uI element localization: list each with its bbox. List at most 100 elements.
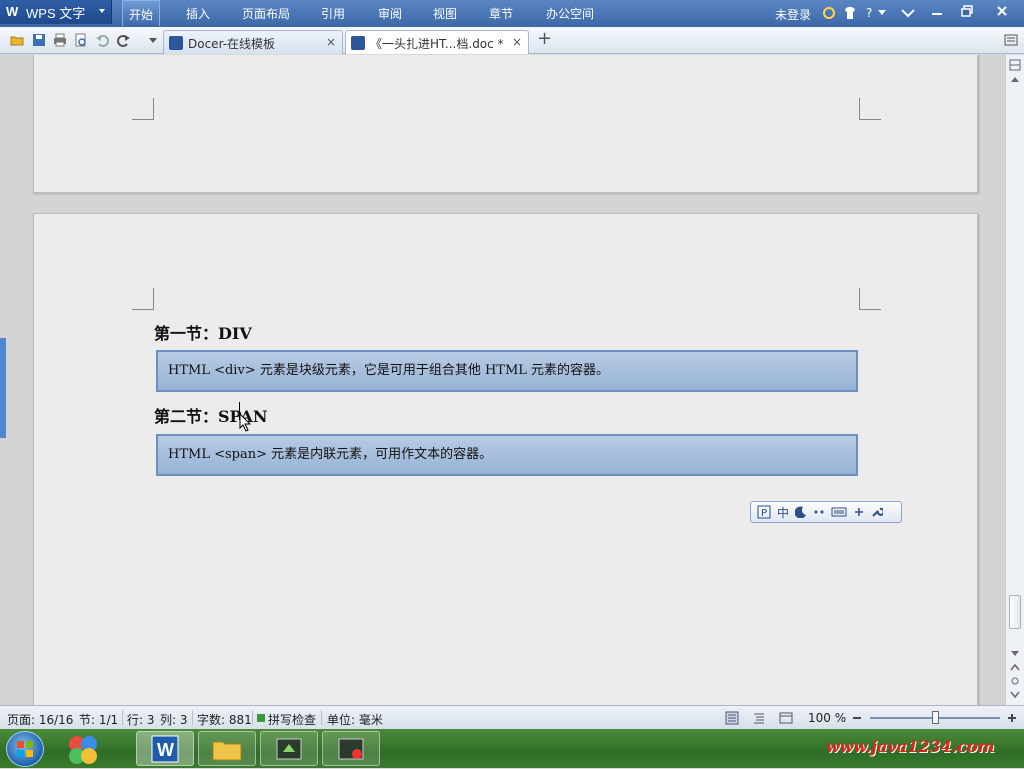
status-divider [321,710,322,725]
windows-logo-icon [17,741,33,757]
ribbon-settings-icon[interactable] [1004,33,1018,47]
tab-insert[interactable]: 插入 [186,5,210,22]
close-icon [997,6,1007,16]
ime-toolbar[interactable]: P 中 [750,501,902,523]
help-dropdown-icon[interactable] [878,10,886,16]
tab-office-space[interactable]: 办公空间 [546,5,594,22]
soft-keyboard-icon[interactable] [831,506,847,518]
vertical-scrollbar[interactable] [1005,55,1024,705]
web-view-icon[interactable] [779,711,793,725]
status-row: 行: 3 [127,713,155,727]
restore-button[interactable] [958,4,976,22]
page-current[interactable]: 第一节：DIV HTML <div> 元素是块级元素，它是可用于组合其他 HTM… [33,213,978,705]
sync-icon[interactable] [822,6,836,20]
side-panel-toggle[interactable] [0,338,6,438]
margin-mark [132,288,154,310]
page-previous [33,55,978,193]
customize-toolbar-icon[interactable] [146,33,160,47]
redo-icon[interactable] [117,33,131,47]
tab-docer-templates[interactable]: Docer-在线模板 × [163,30,343,54]
document-tab-bar: Docer-在线模板 × 《一头扎进HT...档.doc * × + [0,27,1024,54]
document-canvas[interactable]: 第一节：DIV HTML <div> 元素是块级元素，它是可用于组合其他 HTM… [0,55,1005,705]
skin-icon[interactable] [843,6,857,20]
minimize-button[interactable] [928,4,946,22]
start-button[interactable] [6,731,44,767]
tab-review[interactable]: 审阅 [378,5,402,22]
wrench-icon[interactable] [871,506,884,518]
svg-text:W: W [157,740,174,760]
open-folder-icon[interactable] [10,33,24,47]
taskbar-file-explorer[interactable] [198,731,256,766]
status-page[interactable]: 页面: 16/16 [7,711,73,728]
split-view-icon[interactable] [1009,59,1021,71]
status-divider [122,710,123,725]
zoom-slider-knob[interactable] [932,711,939,724]
ime-tools-icon[interactable] [853,506,865,518]
status-spellcheck[interactable]: 拼写检查 [268,711,316,728]
outline-view-icon[interactable] [752,711,766,725]
word-doc-icon [351,36,365,50]
wps-writer-icon: W [151,735,179,762]
tab-current-document[interactable]: 《一头扎进HT...档.doc * × [345,30,529,54]
scrollbar-thumb[interactable] [1009,595,1021,629]
status-unit[interactable]: 单位: 毫米 [327,711,383,728]
tab-references[interactable]: 引用 [321,5,345,22]
save-icon[interactable] [32,33,46,47]
status-column: 列: 3 [160,713,188,727]
minimize-icon [932,13,942,15]
previous-page-icon[interactable] [1010,663,1020,671]
section2-textbox[interactable]: HTML <span> 元素是内联元素，可用作文本的容器。 [156,434,858,476]
taskbar-app-2[interactable] [322,731,380,766]
media-center-icon[interactable] [66,732,100,766]
tab-home[interactable]: 开始 [122,0,161,26]
status-section: 节: 1/1 [79,713,119,727]
close-tab-icon[interactable]: × [326,35,336,49]
status-bar: 页面: 16/16 节: 1/1 行: 3 列: 3 字数: 881 拼写检查 … [0,705,1024,729]
punctuation-icon[interactable] [813,506,825,518]
folder-icon [212,741,242,760]
close-tab-icon[interactable]: × [512,35,522,49]
zoom-out-icon[interactable] [851,712,863,724]
spellcheck-icon [257,714,265,722]
close-window-button[interactable] [993,4,1011,22]
tab-page-layout[interactable]: 页面布局 [242,5,290,22]
ime-mode-toggle[interactable]: 中 [777,504,789,521]
menu-bar: W WPS 文字 开始 插入 页面布局 引用 审阅 视图 章节 办公空间 未登录… [0,0,1024,27]
taskbar-app-1[interactable] [260,731,318,766]
chevron-down-icon [99,9,105,13]
print-preview-icon[interactable] [74,33,88,47]
mouse-cursor-icon [239,413,252,432]
tab-label: Docer-在线模板 [188,37,276,51]
margin-mark [859,288,881,310]
next-page-icon[interactable] [1010,691,1020,699]
zoom-in-icon[interactable] [1006,712,1018,724]
undo-icon[interactable] [95,33,109,47]
half-width-moon-icon[interactable] [795,506,807,518]
recorder-icon [338,738,364,759]
login-link[interactable]: 未登录 [775,6,811,23]
section1-heading[interactable]: 第一节：DIV [154,320,252,344]
watermark-text: www.java1234.com [826,737,995,756]
new-tab-icon[interactable]: + [537,28,552,49]
taskbar-wps-writer[interactable]: W [136,731,194,766]
zoom-level[interactable]: 100 % [808,711,846,725]
ime-logo-icon[interactable]: P [757,505,771,519]
scroll-down-icon[interactable] [1011,651,1019,657]
status-divider [192,710,193,725]
app-window-icon [276,738,302,759]
select-browse-object-icon[interactable] [1010,677,1020,685]
tab-view[interactable]: 视图 [433,5,457,22]
docer-icon [169,36,183,50]
svg-text:P: P [761,508,767,519]
section1-textbox[interactable]: HTML <div> 元素是块级元素，它是可用于组合其他 HTML 元素的容器。 [156,350,858,392]
print-icon[interactable] [53,33,67,47]
scroll-up-icon[interactable] [1011,77,1019,83]
ribbon-collapse-icon[interactable] [901,8,915,18]
tab-chapter[interactable]: 章节 [489,5,513,22]
app-name: WPS 文字 [26,5,86,21]
app-menu-button[interactable]: W WPS 文字 [0,0,112,24]
status-word-count[interactable]: 字数: 881 [197,711,252,728]
page-view-icon[interactable] [725,711,739,725]
status-divider [252,710,253,725]
help-icon[interactable]: ? [866,6,872,20]
